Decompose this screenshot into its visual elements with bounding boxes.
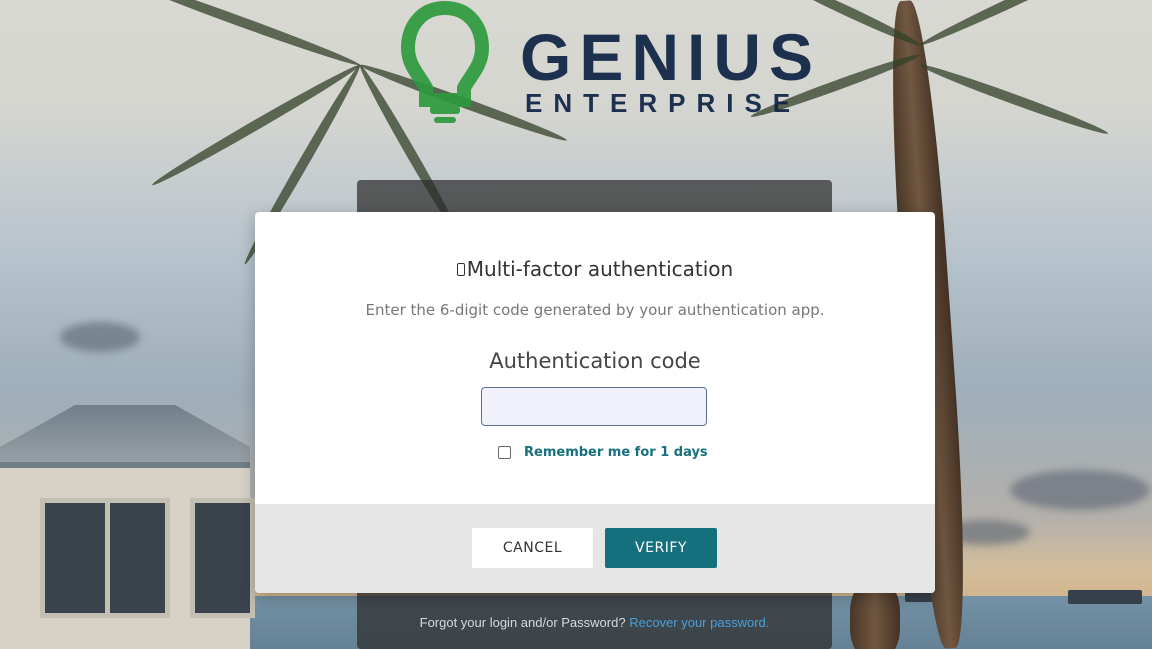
remember-me-checkbox[interactable]: [498, 446, 511, 459]
cancel-button[interactable]: CANCEL: [472, 528, 593, 568]
recover-password-link[interactable]: Recover your password.: [629, 615, 769, 630]
verify-button[interactable]: VERIFY: [605, 528, 717, 568]
dialog-title-text: Multi-factor authentication: [466, 257, 734, 281]
dialog-title: Multi-factor authentication: [255, 257, 935, 281]
brand-name: GENIUS: [520, 20, 822, 94]
mfa-dialog: Multi-factor authentication Enter the 6-…: [255, 212, 935, 593]
phone-icon: [456, 262, 465, 276]
brand-logo: GENIUS ENTERPRISE: [390, 0, 813, 140]
lightbulb-logo-icon: [400, 0, 490, 123]
forgot-password-row: Forgot your login and/or Password? Recov…: [357, 613, 832, 632]
dialog-footer: CANCEL VERIFY: [255, 504, 935, 593]
mfa-dialog-body: Multi-factor authentication Enter the 6-…: [255, 212, 935, 504]
authentication-code-label: Authentication code: [489, 349, 701, 373]
remember-me-row[interactable]: Remember me for 1 days: [498, 445, 708, 460]
authentication-code-input[interactable]: [481, 387, 707, 426]
brand-tagline: ENTERPRISE: [525, 88, 802, 118]
forgot-text: Forgot your login and/or Password?: [419, 615, 626, 630]
remember-me-label[interactable]: Remember me for 1 days: [524, 445, 708, 460]
dialog-instructions: Enter the 6-digit code generated by your…: [365, 301, 825, 319]
